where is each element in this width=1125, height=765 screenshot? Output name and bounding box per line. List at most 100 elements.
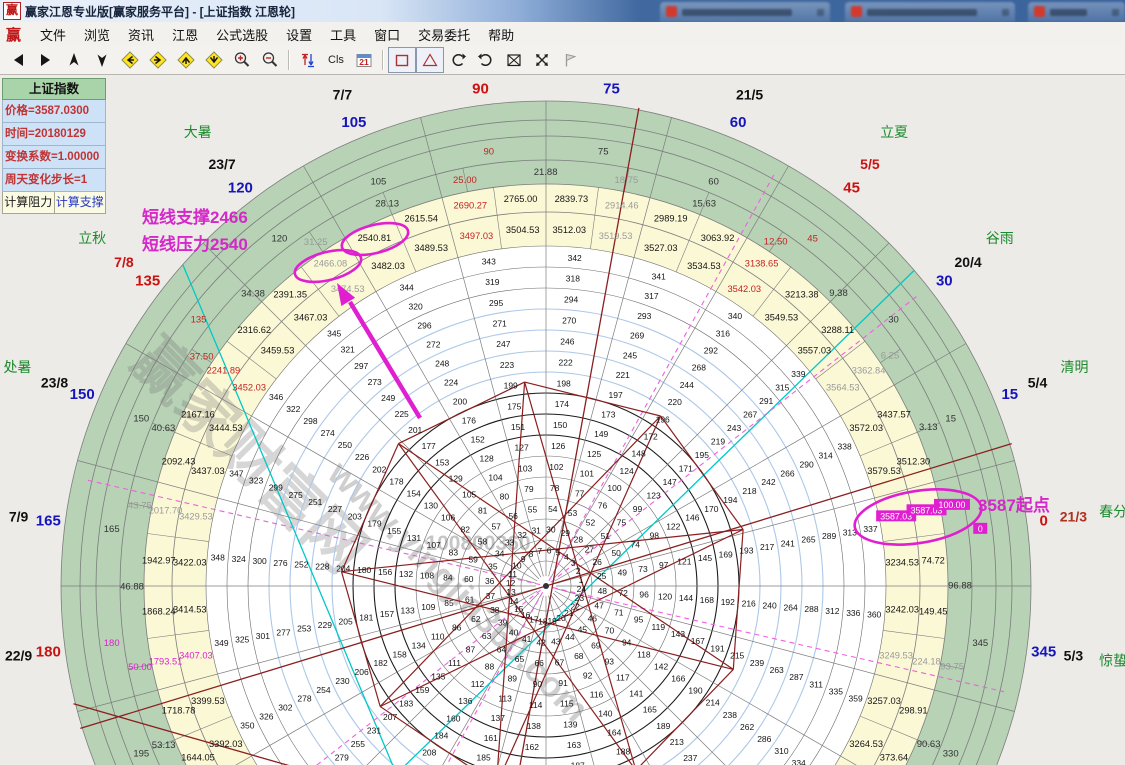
square-tool-icon[interactable] (388, 47, 416, 73)
box-x-icon[interactable] (500, 47, 528, 73)
svg-text:317: 317 (644, 291, 658, 301)
menu-item-7[interactable]: 工具 (321, 22, 365, 47)
svg-text:286: 286 (757, 734, 771, 744)
background-browser-tab[interactable] (1028, 2, 1125, 22)
background-browser-tab[interactable] (660, 2, 830, 22)
svg-text:5: 5 (556, 548, 561, 558)
diamond-up-icon[interactable] (172, 47, 200, 73)
zoom-in-icon[interactable] (228, 47, 256, 73)
menu-item-9[interactable]: 交易委托 (409, 22, 479, 47)
svg-text:2167.16: 2167.16 (181, 409, 215, 419)
svg-text:26: 26 (592, 557, 602, 567)
svg-text:122: 122 (666, 522, 680, 532)
calc-resistance-button[interactable]: 计算阻力 (2, 192, 55, 214)
triangle-tool-icon[interactable] (416, 47, 444, 73)
gann-wheel-canvas[interactable]: 赢家财富网www.yingjia360.com10080036012345678… (0, 0, 1125, 765)
svg-text:172: 172 (644, 432, 658, 442)
tab-close-icon[interactable] (1112, 9, 1119, 16)
tab-title-blob (1050, 9, 1087, 16)
svg-text:246: 246 (560, 336, 574, 346)
svg-text:291: 291 (759, 396, 773, 406)
svg-text:214: 214 (706, 698, 720, 708)
svg-text:立秋: 立秋 (78, 230, 106, 246)
svg-text:160: 160 (446, 713, 460, 723)
svg-text:347: 347 (229, 468, 243, 478)
svg-text:57: 57 (491, 522, 501, 532)
menu-item-2[interactable]: 浏览 (75, 22, 119, 47)
svg-text:63: 63 (482, 631, 492, 641)
menu-item-10[interactable]: 帮助 (479, 22, 523, 47)
menu-item-1[interactable]: 文件 (31, 22, 75, 47)
svg-text:5/5: 5/5 (860, 156, 880, 172)
svg-text:3414.53: 3414.53 (173, 604, 207, 614)
svg-text:225: 225 (395, 409, 409, 419)
svg-text:249: 249 (381, 393, 395, 403)
svg-text:83: 83 (449, 547, 459, 557)
svg-text:7/7: 7/7 (333, 87, 353, 103)
menu-item-5[interactable]: 公式选股 (207, 22, 277, 47)
svg-text:2391.35: 2391.35 (273, 289, 307, 299)
calc-support-button[interactable]: 计算支撑 (55, 192, 107, 214)
svg-text:30: 30 (888, 314, 899, 325)
svg-text:3482.03: 3482.03 (371, 261, 405, 271)
menu-item-4[interactable]: 江恩 (163, 22, 207, 47)
svg-text:346: 346 (269, 392, 283, 402)
calendar-icon[interactable]: 21 (350, 47, 378, 73)
svg-text:80: 80 (500, 492, 510, 502)
svg-text:7/9: 7/9 (9, 509, 29, 525)
svg-text:41: 41 (522, 634, 532, 644)
menu-item-8[interactable]: 窗口 (365, 22, 409, 47)
svg-text:51: 51 (601, 531, 611, 541)
svg-text:3234.53: 3234.53 (885, 558, 919, 568)
next-arrow-icon[interactable] (32, 47, 60, 73)
svg-text:86: 86 (452, 623, 462, 633)
zoom-out-icon[interactable] (256, 47, 284, 73)
svg-text:18: 18 (538, 616, 548, 626)
tab-close-icon[interactable] (817, 9, 824, 16)
shift-updown-icon[interactable] (294, 47, 322, 73)
svg-text:5/3: 5/3 (1064, 647, 1084, 663)
rotate-cw-icon[interactable] (444, 47, 472, 73)
prev-arrow-icon[interactable] (4, 47, 32, 73)
svg-text:228: 228 (315, 561, 329, 571)
menu-item-6[interactable]: 设置 (277, 22, 321, 47)
center-cross-icon[interactable] (528, 47, 556, 73)
svg-text:22/9: 22/9 (5, 647, 32, 663)
svg-text:2: 2 (576, 566, 581, 576)
diamond-down-icon[interactable] (200, 47, 228, 73)
menu-item-3[interactable]: 资讯 (119, 22, 163, 47)
svg-text:322: 322 (286, 404, 300, 414)
svg-text:112: 112 (471, 679, 485, 689)
svg-text:130: 130 (424, 500, 438, 510)
svg-text:213: 213 (670, 737, 684, 747)
background-browser-tabs (655, 0, 1125, 22)
pointer-up-icon[interactable] (60, 47, 88, 73)
svg-text:105: 105 (462, 490, 476, 500)
diamond-right-icon[interactable] (144, 47, 172, 73)
svg-text:324: 324 (232, 554, 246, 564)
svg-text:143: 143 (671, 629, 685, 639)
rotate-ccw-icon[interactable] (472, 47, 500, 73)
svg-text:2839.73: 2839.73 (555, 194, 589, 204)
svg-text:325: 325 (235, 635, 249, 645)
svg-text:2765.00: 2765.00 (504, 194, 538, 204)
svg-text:247: 247 (496, 339, 510, 349)
svg-text:3557.03: 3557.03 (798, 346, 832, 356)
svg-text:20/4: 20/4 (954, 254, 981, 270)
svg-text:76: 76 (598, 500, 608, 510)
pointer-down-icon[interactable] (88, 47, 116, 73)
cls-button[interactable]: Cls (322, 47, 350, 73)
tab-close-icon[interactable] (1002, 9, 1009, 16)
svg-text:大暑: 大暑 (184, 124, 212, 140)
svg-text:3489.53: 3489.53 (414, 243, 448, 253)
svg-text:39: 39 (498, 617, 508, 627)
flag-icon[interactable] (556, 47, 584, 73)
svg-text:74: 74 (631, 539, 641, 549)
svg-text:15.63: 15.63 (692, 198, 716, 209)
gann-wheel: 赢家财富网www.yingjia360.com10080036012345678… (0, 74, 1125, 765)
diamond-left-icon[interactable] (116, 47, 144, 73)
svg-text:37.50: 37.50 (190, 351, 214, 362)
background-browser-tab[interactable] (845, 2, 1015, 22)
svg-text:334: 334 (792, 758, 806, 765)
svg-text:195: 195 (695, 450, 709, 460)
